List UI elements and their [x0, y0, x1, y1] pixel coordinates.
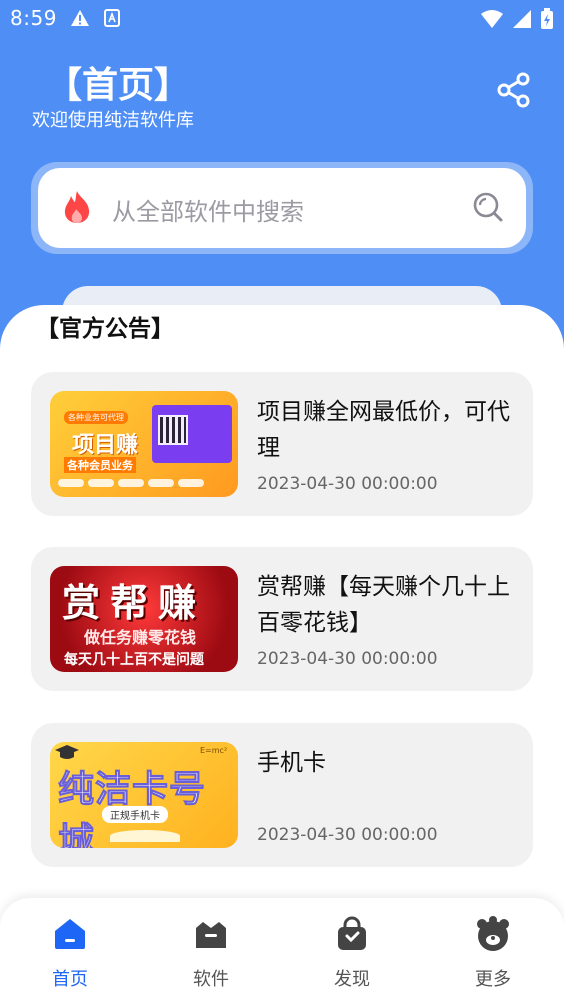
announcement-thumbnail: 赏帮赚 做任务赚零花钱 每天几十上百不是问题	[50, 566, 238, 672]
thumb-top-text: 各种业务可代理	[64, 411, 128, 424]
announcement-title: 手机卡	[257, 750, 326, 776]
nav-item-home[interactable]: 首页	[10, 898, 130, 1004]
search-input[interactable]: 从全部软件中搜索	[38, 168, 526, 248]
flame-icon	[62, 190, 92, 228]
announcement-date: 2023-04-30 00:00:00	[257, 474, 438, 494]
home-icon	[52, 916, 88, 952]
wifi-icon	[480, 9, 504, 33]
warning-icon	[70, 9, 90, 31]
announcements-title: 【官方公告】	[36, 316, 174, 342]
announcement-card[interactable]: 各种业务可代理 项目赚 各种会员业务 项目赚全网最低价，可代理 2023-04-…	[31, 372, 533, 516]
thumb-big-text: 赏帮赚	[62, 581, 207, 625]
nav-item-software[interactable]: 软件	[151, 898, 271, 1004]
thumb-big-text: 项目赚	[72, 433, 139, 458]
qr-code-icon	[158, 415, 188, 445]
nav-item-more[interactable]: 更多	[433, 898, 553, 1004]
thumb-formula-text: E=mc²	[200, 746, 228, 755]
announcement-title: 项目赚全网最低价，可代理	[257, 399, 510, 461]
discover-bag-icon	[334, 916, 370, 952]
nav-label: 软件	[193, 969, 229, 990]
announcement-date: 2023-04-30 00:00:00	[257, 649, 438, 669]
announcement-thumbnail: E=mc² 纯洁卡号城 正规手机卡	[50, 742, 238, 848]
status-bar: 8:59	[0, 0, 564, 38]
search-icon[interactable]	[472, 191, 504, 227]
page-subtitle: 欢迎使用纯洁软件库	[32, 110, 194, 131]
announcement-date: 2023-04-30 00:00:00	[257, 825, 438, 845]
share-icon	[497, 72, 531, 112]
battery-charging-icon	[540, 8, 554, 34]
more-bear-icon	[475, 916, 511, 952]
thumb-mid-text: 做任务赚零花钱	[84, 628, 197, 647]
bottom-nav: 首页 软件 发现 更多	[0, 898, 564, 1004]
nav-item-discover[interactable]: 发现	[292, 898, 412, 1004]
thumb-tag-text: 正规手机卡	[102, 806, 168, 823]
thumb-sub-text: 各种会员业务	[64, 457, 136, 473]
book-icon	[110, 830, 180, 842]
thumb-bottom-text: 每天几十上百不是问题	[64, 652, 204, 668]
page-title: 【首页】	[46, 65, 191, 106]
announcement-title: 赏帮赚【每天赚个几十上百零花钱】	[257, 574, 510, 636]
nav-label: 发现	[334, 969, 370, 990]
announcement-thumbnail: 各种业务可代理 项目赚 各种会员业务	[50, 391, 238, 497]
share-button[interactable]	[494, 72, 534, 112]
nav-label: 更多	[475, 969, 511, 990]
announcement-card[interactable]: 赏帮赚 做任务赚零花钱 每天几十上百不是问题 赏帮赚【每天赚个几十上百零花钱】 …	[31, 547, 533, 691]
thumb-tags	[58, 479, 204, 487]
announcement-card[interactable]: E=mc² 纯洁卡号城 正规手机卡 手机卡 2023-04-30 00:00:0…	[31, 723, 533, 867]
search-placeholder: 从全部软件中搜索	[112, 198, 304, 226]
nav-label: 首页	[52, 969, 88, 990]
keyboard-a-icon	[104, 9, 120, 31]
signal-icon	[512, 9, 532, 33]
status-time: 8:59	[10, 6, 57, 30]
software-box-icon	[193, 916, 229, 952]
